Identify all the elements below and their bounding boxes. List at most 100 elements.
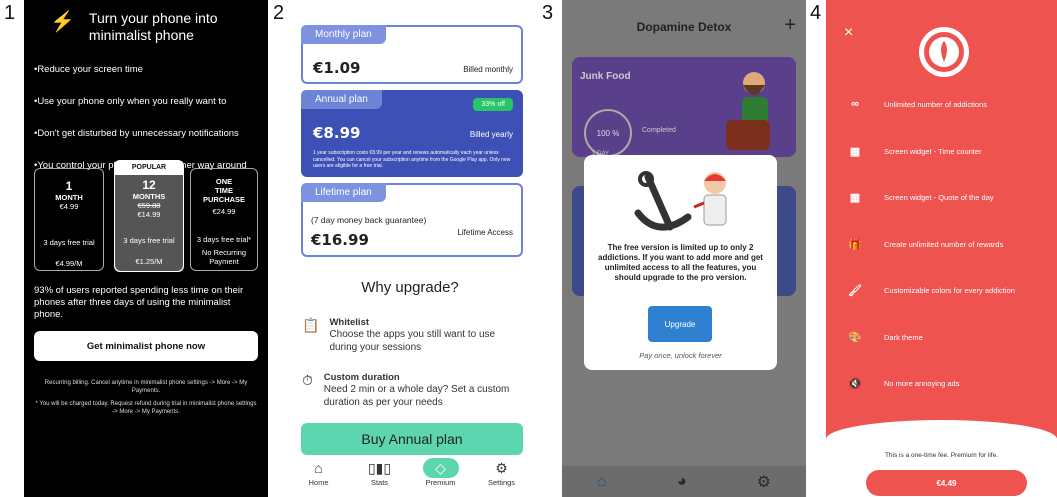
addiction-name: Junk Food — [580, 71, 631, 82]
plan-tab: Monthly plan — [301, 25, 386, 44]
page-title: Turn your phone into minimalist phone — [88, 10, 218, 43]
plan-trial: 3 days free trial* — [196, 235, 252, 244]
plan-per-month: €4.99/M — [55, 259, 83, 268]
popular-badge: POPULAR — [131, 164, 167, 171]
billing-label: Lifetime Access — [457, 228, 513, 237]
plan-price: €14.99 — [137, 210, 161, 219]
close-icon[interactable]: × — [844, 24, 853, 42]
feature-row: 🎁 Create unlimited number of rewards — [848, 238, 1051, 251]
pie-chart-icon[interactable]: ◕ — [677, 473, 687, 491]
screen-minimalist-paywall: ⚡ Turn your phone into minimalist phone … — [24, 0, 268, 497]
guarantee-text: (7 day money back guarantee) — [311, 215, 427, 225]
widget-icon: ▦ — [849, 146, 861, 158]
anchor-illustration — [634, 171, 727, 231]
top-bar: Dopamine Detox + — [562, 0, 806, 56]
palette-icon: 🎨 — [848, 332, 862, 344]
checklist-icon: 📋 — [302, 317, 320, 333]
panel-number: 1 — [4, 2, 16, 24]
feature-row: ∞ Unlimited number of addictions — [848, 98, 1051, 110]
pay-once-text: Pay once, unlock forever — [639, 351, 722, 360]
header: ⚡ Turn your phone into minimalist phone — [24, 0, 268, 44]
feature-label: Create unlimited number of rewards — [884, 240, 1004, 249]
feature-label: Dark theme — [884, 333, 923, 342]
billing-note: Recurring billing. Cancel anytime in min… — [44, 380, 248, 394]
list-item: •Reduce your screen time — [34, 64, 143, 75]
panel-number: 2 — [273, 2, 285, 24]
plan-card-one-time[interactable]: ONE TIME PURCHASE €24.99 3 days free tri… — [190, 168, 258, 271]
plan-per-month: €1.25/M — [135, 257, 163, 266]
panel-number: 3 — [542, 2, 554, 24]
list-item: •Don't get disturbed by unnecessary noti… — [34, 128, 239, 139]
plan-price: €8.99 — [313, 124, 361, 142]
nav-settings[interactable]: ⚙ Settings — [477, 458, 527, 497]
plan-monthly[interactable]: Monthly plan €1.09 Billed monthly — [301, 25, 523, 84]
feature-label: No more annoying ads — [884, 379, 960, 388]
nav-stats[interactable]: ▯▮▯ Stats — [355, 458, 405, 497]
get-minimalist-button[interactable]: Get minimalist phone now — [34, 331, 258, 361]
gear-icon[interactable]: ⚙ — [757, 472, 771, 492]
feature-desc: Choose the apps you still want to use du… — [329, 329, 496, 353]
stat-text: 93% of users reported spending less time… — [34, 285, 244, 320]
plan-price: €16.99 — [311, 231, 369, 249]
paint-roller-icon: 🖌 — [848, 285, 862, 297]
addiction-card[interactable]: Junk Food 100 % Completed 1 DAY — [572, 57, 796, 157]
section-title: Why upgrade? — [361, 279, 459, 296]
feature-label: Screen widget - Time counter — [884, 147, 982, 156]
feature-row: ▦ Screen widget - Quote of the day — [848, 191, 1051, 204]
plan-note: Payment — [209, 257, 239, 266]
widget-quote-icon: ▦ — [849, 192, 861, 204]
man-illustration — [726, 72, 770, 150]
gear-icon: ⚙ — [495, 460, 508, 476]
plan-count: ONE — [215, 177, 233, 186]
nav-home[interactable]: ⌂ Home — [294, 458, 344, 497]
buy-annual-button[interactable]: Buy Annual plan — [301, 423, 523, 455]
screen-dopamine-detox: Dopamine Detox + Junk Food 100 % Complet… — [562, 0, 806, 497]
plan-price: €24.99 — [212, 207, 236, 216]
plan-unit: PURCHASE — [202, 195, 246, 204]
lightning-icon: ⚡ — [50, 11, 75, 33]
buy-price-button[interactable]: €4.49 — [866, 470, 1027, 496]
nav-label: Settings — [487, 478, 516, 487]
add-icon[interactable]: + — [784, 14, 796, 37]
feature-whitelist: 📋 Whitelist Choose the apps you still wa… — [302, 317, 524, 354]
diamond-icon: ◇ — [422, 458, 459, 478]
subscription-note: 1 year subscription costs €8.99 per year… — [313, 150, 511, 169]
stats-icon: ▯▮▯ — [367, 460, 392, 476]
plan-unit: MONTHS — [132, 192, 166, 201]
plan-price: €4.99 — [59, 202, 79, 211]
upgrade-dialog: The free version is limited up to only 2… — [584, 155, 777, 370]
feature-label: Unlimited number of addictions — [884, 99, 987, 109]
nav-premium[interactable]: ◇ Premium — [416, 458, 466, 497]
feature-row: 🔇 No more annoying ads — [848, 377, 1051, 390]
no-ads-icon: 🔇 — [848, 378, 862, 390]
nav-label: Premium — [425, 478, 456, 487]
feature-desc: Need 2 min or a whole day? Set a custom … — [323, 384, 510, 408]
feature-row: 🎨 Dark theme — [848, 331, 1051, 344]
feature-label: Screen widget - Quote of the day — [884, 193, 994, 202]
billing-label: Billed monthly — [463, 65, 513, 74]
plan-card-month[interactable]: 1 MONTH €4.99 3 days free trial €4.99/M — [34, 168, 104, 271]
nav-label: Home — [308, 478, 329, 487]
feature-custom-duration: ⏱ Custom duration Need 2 min or a whole … — [302, 372, 524, 409]
screen-premium-features: × ∞ Unlimited number of addictions ▦ Scr… — [826, 0, 1057, 497]
completed-label: Completed — [642, 127, 676, 134]
plan-tab: Lifetime plan — [301, 183, 386, 202]
feature-title: Custom duration — [323, 372, 400, 383]
bottom-nav: ⌂ Home ▯▮▯ Stats ◇ Premium ⚙ Settings — [288, 458, 532, 497]
charge-note: * You will be charged today. Request ref… — [35, 401, 257, 415]
app-title: Dopamine Detox — [636, 20, 732, 34]
plan-card-12-months[interactable]: POPULAR 12 MONTHS €59.88 €14.99 3 days f… — [114, 160, 184, 272]
fee-note: This is a one-time fee. Premium for life… — [884, 452, 999, 459]
plan-cards: 1 MONTH €4.99 3 days free trial €4.99/M … — [32, 160, 260, 272]
billing-label: Billed yearly — [469, 130, 513, 139]
plan-annual[interactable]: Annual plan 33% off €8.99 Billed yearly … — [301, 90, 523, 177]
upgrade-button[interactable]: Upgrade — [648, 306, 712, 342]
feature-row: ▦ Screen widget - Time counter — [848, 145, 1051, 158]
plan-unit: MONTH — [55, 193, 83, 202]
home-icon[interactable]: ⌂ — [597, 473, 607, 491]
feature-row: 🖌 Customizable colors for every addictio… — [848, 284, 1051, 297]
progress-ring: 100 % — [584, 109, 632, 157]
plan-trial: 3 days free trial — [123, 236, 175, 245]
plan-lifetime[interactable]: Lifetime plan (7 day money back guarante… — [301, 183, 523, 257]
plan-count: 1 — [65, 179, 73, 193]
